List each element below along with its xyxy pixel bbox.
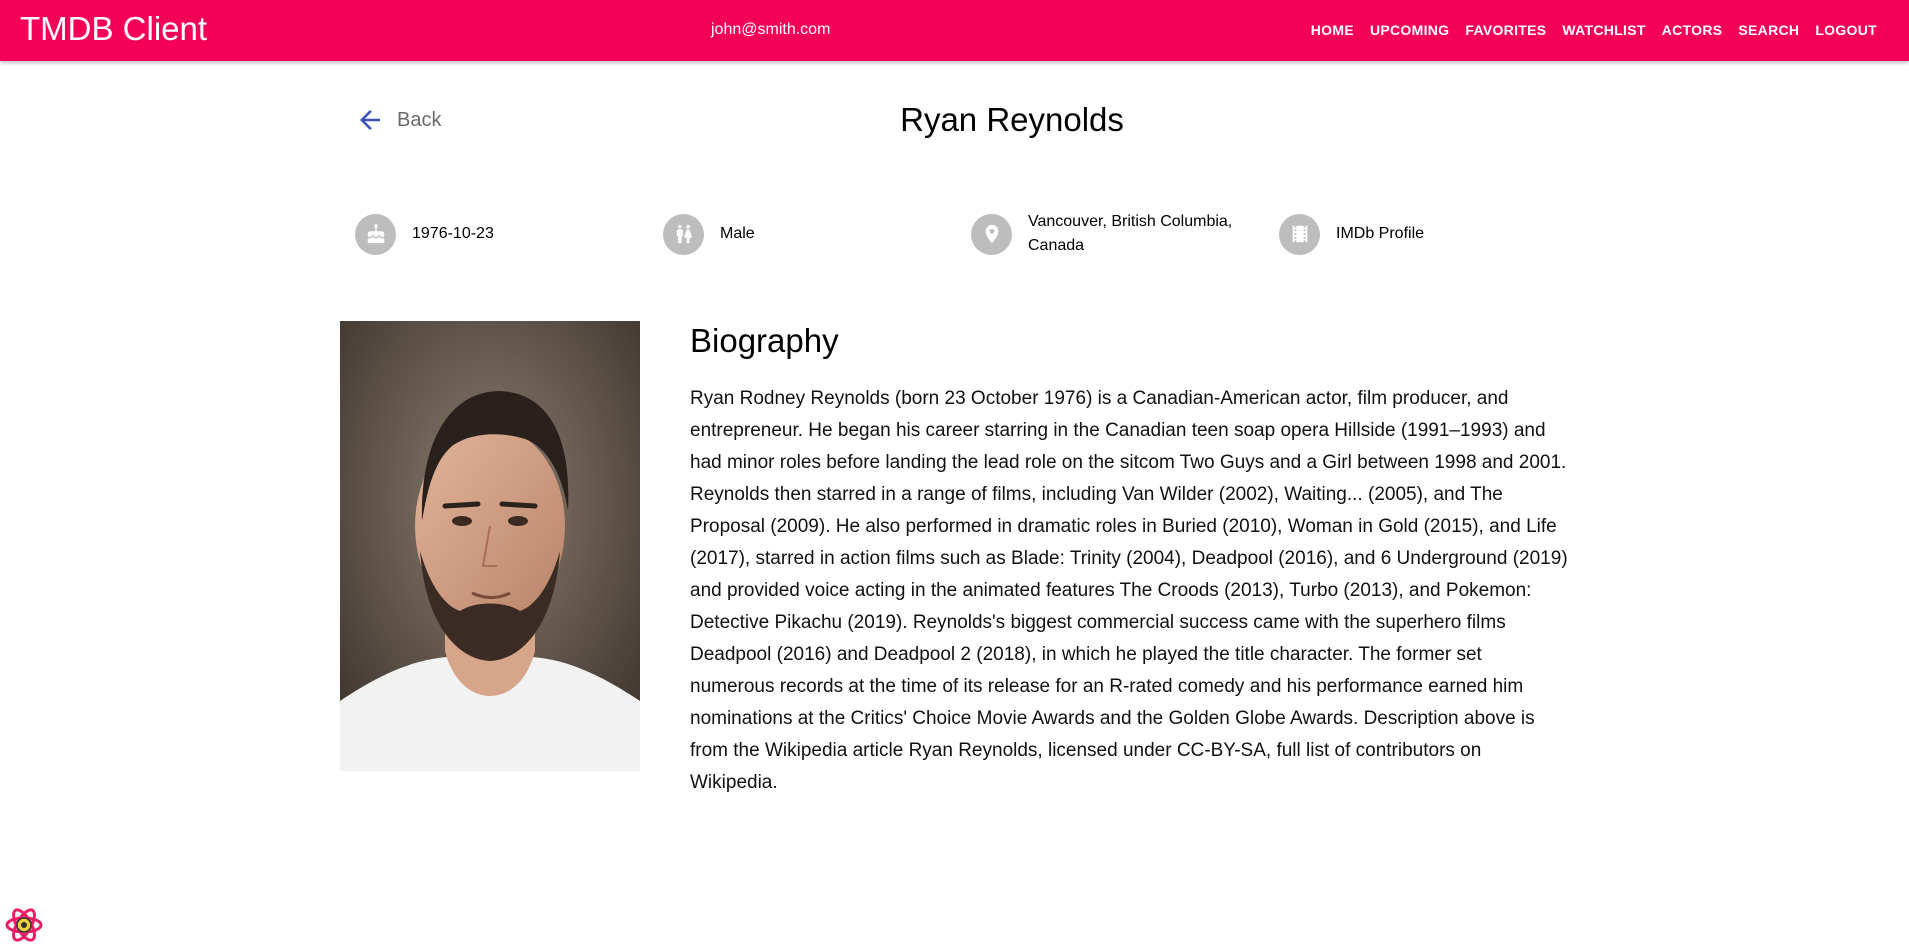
actor-photo (340, 321, 640, 771)
fact-birthday-text: 1976-10-23 (412, 225, 494, 242)
wc-icon (663, 213, 704, 255)
app-title[interactable]: TMDB Client (20, 9, 207, 49)
nav-watchlist[interactable]: Watchlist (1554, 20, 1653, 40)
nav-home[interactable]: Home (1303, 20, 1362, 40)
location-pin-icon (971, 213, 1012, 255)
main-nav: Home Upcoming Favorites Watchlist Actors… (1303, 20, 1885, 40)
back-label: Back (397, 109, 442, 131)
user-email: john@smith.com (711, 21, 831, 38)
cake-icon (355, 213, 396, 255)
imdb-profile-text: IMDb Profile (1336, 225, 1425, 242)
nav-logout[interactable]: Logout (1807, 20, 1885, 40)
nav-favorites[interactable]: Favorites (1457, 20, 1554, 40)
biography-heading: Biography (690, 322, 839, 359)
fact-gender-text: Male (720, 225, 755, 242)
fact-gender: Male (663, 208, 971, 260)
biography-text: Ryan Rodney Reynolds (born 23 October 19… (690, 388, 1568, 793)
page-title: Ryan Reynolds (900, 101, 1124, 138)
nav-actors[interactable]: Actors (1654, 20, 1731, 40)
nav-upcoming[interactable]: Upcoming (1362, 20, 1457, 40)
fact-birthplace: Vancouver, British Columbia, Canada (971, 208, 1279, 260)
nav-search[interactable]: Search (1730, 20, 1807, 40)
fact-birthplace-text: Vancouver, British Columbia, Canada (1028, 213, 1233, 254)
imdb-profile-link[interactable]: IMDb Profile (1279, 208, 1587, 260)
fact-birthday: 1976-10-23 (355, 208, 663, 260)
film-icon (1279, 213, 1320, 255)
arrow-left-icon (355, 105, 385, 135)
back-button[interactable]: Back (355, 105, 441, 135)
actor-facts: 1976-10-23 Male Vancouver, British Colum… (355, 208, 1587, 260)
react-devtools-icon[interactable] (4, 905, 44, 945)
app-bar: TMDB Client john@smith.com Home Upcoming… (0, 0, 1909, 61)
